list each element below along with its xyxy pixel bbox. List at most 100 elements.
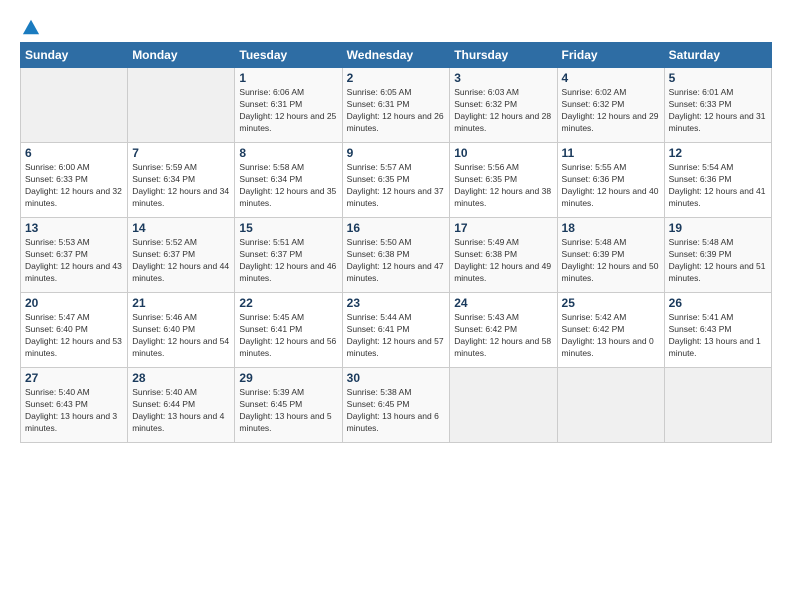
day-info: Sunrise: 5:59 AMSunset: 6:34 PMDaylight:… [132, 162, 230, 210]
day-number: 25 [562, 296, 660, 310]
day-info: Sunrise: 5:53 AMSunset: 6:37 PMDaylight:… [25, 237, 123, 285]
calendar-cell: 28 Sunrise: 5:40 AMSunset: 6:44 PMDayligh… [128, 368, 235, 443]
calendar-cell: 14 Sunrise: 5:52 AMSunset: 6:37 PMDayligh… [128, 218, 235, 293]
col-header-friday: Friday [557, 43, 664, 68]
col-header-tuesday: Tuesday [235, 43, 342, 68]
day-number: 23 [347, 296, 446, 310]
calendar-cell: 16 Sunrise: 5:50 AMSunset: 6:38 PMDayligh… [342, 218, 450, 293]
calendar-cell: 23 Sunrise: 5:44 AMSunset: 6:41 PMDayligh… [342, 293, 450, 368]
day-info: Sunrise: 5:43 AMSunset: 6:42 PMDaylight:… [454, 312, 552, 360]
day-info: Sunrise: 5:42 AMSunset: 6:42 PMDaylight:… [562, 312, 660, 360]
day-number: 5 [669, 71, 767, 85]
day-info: Sunrise: 6:02 AMSunset: 6:32 PMDaylight:… [562, 87, 660, 135]
calendar-cell: 15Sunrise: 5:51 AMSunset: 6:37 PMDayligh… [235, 218, 342, 293]
day-number: 10 [454, 146, 552, 160]
calendar-cell: 7 Sunrise: 5:59 AMSunset: 6:34 PMDaylight… [128, 143, 235, 218]
day-number: 19 [669, 221, 767, 235]
calendar-cell: 12 Sunrise: 5:54 AMSunset: 6:36 PMDayligh… [664, 143, 771, 218]
day-info: Sunrise: 5:49 AMSunset: 6:38 PMDaylight:… [454, 237, 552, 285]
calendar-cell: 17 Sunrise: 5:49 AMSunset: 6:38 PMDayligh… [450, 218, 557, 293]
calendar-cell: 8 Sunrise: 5:58 AMSunset: 6:34 PMDaylight… [235, 143, 342, 218]
day-info: Sunrise: 5:39 AMSunset: 6:45 PMDaylight:… [239, 387, 337, 435]
day-info: Sunrise: 5:38 AMSunset: 6:45 PMDaylight:… [347, 387, 446, 435]
calendar-cell: 20 Sunrise: 5:47 AMSunset: 6:40 PMDayligh… [21, 293, 128, 368]
col-header-thursday: Thursday [450, 43, 557, 68]
calendar-cell: 9 Sunrise: 5:57 AMSunset: 6:35 PMDaylight… [342, 143, 450, 218]
day-info: Sunrise: 6:01 AMSunset: 6:33 PMDaylight:… [669, 87, 767, 135]
day-number: 12 [669, 146, 767, 160]
day-number: 21 [132, 296, 230, 310]
day-info: Sunrise: 5:44 AMSunset: 6:41 PMDaylight:… [347, 312, 446, 360]
day-info: Sunrise: 5:48 AMSunset: 6:39 PMDaylight:… [562, 237, 660, 285]
calendar-cell: 25 Sunrise: 5:42 AMSunset: 6:42 PMDayligh… [557, 293, 664, 368]
day-number: 7 [132, 146, 230, 160]
calendar-cell: 10 Sunrise: 5:56 AMSunset: 6:35 PMDayligh… [450, 143, 557, 218]
calendar-cell [450, 368, 557, 443]
day-info: Sunrise: 5:46 AMSunset: 6:40 PMDaylight:… [132, 312, 230, 360]
col-header-saturday: Saturday [664, 43, 771, 68]
col-header-wednesday: Wednesday [342, 43, 450, 68]
day-info: Sunrise: 6:03 AMSunset: 6:32 PMDaylight:… [454, 87, 552, 135]
col-header-sunday: Sunday [21, 43, 128, 68]
calendar-cell [664, 368, 771, 443]
day-info: Sunrise: 6:06 AMSunset: 6:31 PMDaylight:… [239, 87, 337, 135]
day-number: 3 [454, 71, 552, 85]
day-info: Sunrise: 5:48 AMSunset: 6:39 PMDaylight:… [669, 237, 767, 285]
day-number: 22 [239, 296, 337, 310]
day-info: Sunrise: 5:40 AMSunset: 6:43 PMDaylight:… [25, 387, 123, 435]
calendar-cell: 19 Sunrise: 5:48 AMSunset: 6:39 PMDayligh… [664, 218, 771, 293]
calendar-cell [21, 68, 128, 143]
day-number: 9 [347, 146, 446, 160]
calendar-cell: 21 Sunrise: 5:46 AMSunset: 6:40 PMDayligh… [128, 293, 235, 368]
day-info: Sunrise: 5:47 AMSunset: 6:40 PMDaylight:… [25, 312, 123, 360]
calendar-cell: 27 Sunrise: 5:40 AMSunset: 6:43 PMDayligh… [21, 368, 128, 443]
logo [20, 18, 40, 34]
calendar-cell: 13 Sunrise: 5:53 AMSunset: 6:37 PMDayligh… [21, 218, 128, 293]
day-info: Sunrise: 5:50 AMSunset: 6:38 PMDaylight:… [347, 237, 446, 285]
day-info: Sunrise: 5:41 AMSunset: 6:43 PMDaylight:… [669, 312, 767, 360]
page-header [20, 18, 772, 34]
calendar-cell: 4 Sunrise: 6:02 AMSunset: 6:32 PMDaylight… [557, 68, 664, 143]
day-number: 1 [239, 71, 337, 85]
day-info: Sunrise: 5:54 AMSunset: 6:36 PMDaylight:… [669, 162, 767, 210]
calendar-cell: 24 Sunrise: 5:43 AMSunset: 6:42 PMDayligh… [450, 293, 557, 368]
day-number: 8 [239, 146, 337, 160]
day-number: 26 [669, 296, 767, 310]
logo-icon [22, 18, 40, 36]
calendar-cell: 2 Sunrise: 6:05 AMSunset: 6:31 PMDaylight… [342, 68, 450, 143]
day-number: 20 [25, 296, 123, 310]
day-number: 6 [25, 146, 123, 160]
day-number: 29 [239, 371, 337, 385]
calendar-cell [557, 368, 664, 443]
day-number: 24 [454, 296, 552, 310]
day-info: Sunrise: 5:45 AMSunset: 6:41 PMDaylight:… [239, 312, 337, 360]
day-number: 11 [562, 146, 660, 160]
day-info: Sunrise: 6:05 AMSunset: 6:31 PMDaylight:… [347, 87, 446, 135]
calendar-cell: 3 Sunrise: 6:03 AMSunset: 6:32 PMDaylight… [450, 68, 557, 143]
calendar-cell [128, 68, 235, 143]
day-number: 27 [25, 371, 123, 385]
col-header-monday: Monday [128, 43, 235, 68]
day-number: 30 [347, 371, 446, 385]
calendar-cell: 26 Sunrise: 5:41 AMSunset: 6:43 PMDayligh… [664, 293, 771, 368]
day-info: Sunrise: 5:40 AMSunset: 6:44 PMDaylight:… [132, 387, 230, 435]
day-info: Sunrise: 6:00 AMSunset: 6:33 PMDaylight:… [25, 162, 123, 210]
day-info: Sunrise: 5:57 AMSunset: 6:35 PMDaylight:… [347, 162, 446, 210]
day-number: 15 [239, 221, 337, 235]
day-number: 4 [562, 71, 660, 85]
day-number: 28 [132, 371, 230, 385]
day-info: Sunrise: 5:56 AMSunset: 6:35 PMDaylight:… [454, 162, 552, 210]
day-number: 13 [25, 221, 123, 235]
calendar-table: SundayMondayTuesdayWednesdayThursdayFrid… [20, 42, 772, 443]
calendar-cell: 30 Sunrise: 5:38 AMSunset: 6:45 PMDayligh… [342, 368, 450, 443]
calendar-cell: 1 Sunrise: 6:06 AMSunset: 6:31 PMDaylight… [235, 68, 342, 143]
day-number: 2 [347, 71, 446, 85]
day-number: 17 [454, 221, 552, 235]
calendar-cell: 11Sunrise: 5:55 AMSunset: 6:36 PMDayligh… [557, 143, 664, 218]
day-number: 14 [132, 221, 230, 235]
day-info: Sunrise: 5:52 AMSunset: 6:37 PMDaylight:… [132, 237, 230, 285]
day-number: 16 [347, 221, 446, 235]
day-info: Sunrise: 5:58 AMSunset: 6:34 PMDaylight:… [239, 162, 337, 210]
calendar-cell: 29 Sunrise: 5:39 AMSunset: 6:45 PMDayligh… [235, 368, 342, 443]
calendar-cell: 6 Sunrise: 6:00 AMSunset: 6:33 PMDaylight… [21, 143, 128, 218]
